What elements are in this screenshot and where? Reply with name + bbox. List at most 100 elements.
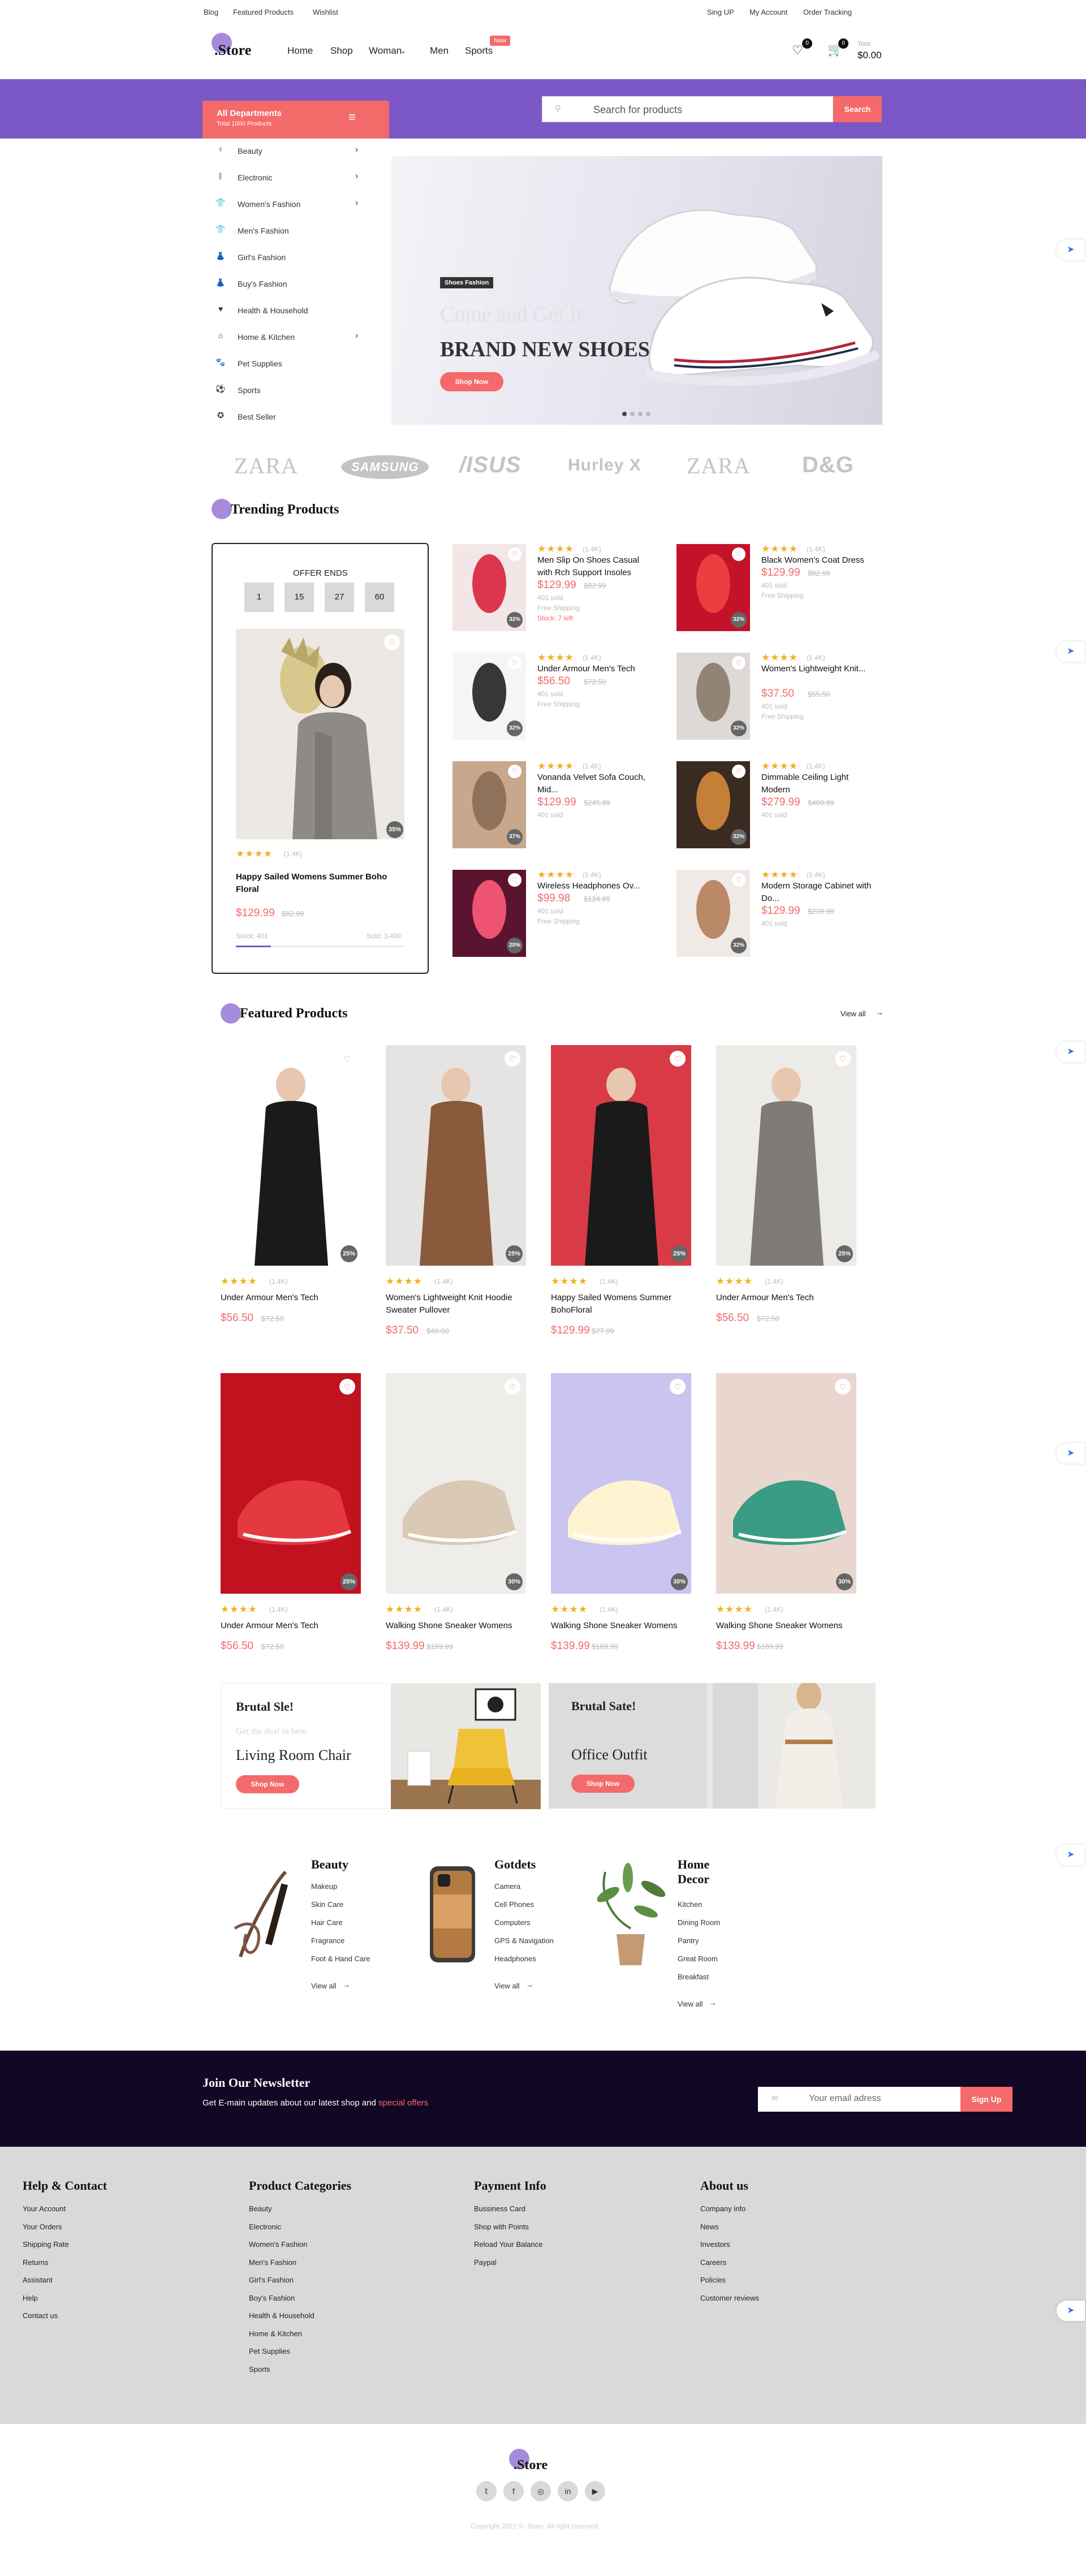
twitter-icon[interactable]: 𝕥: [476, 2481, 497, 2501]
promo-shop-button[interactable]: Shop Now: [236, 1775, 299, 1793]
share-float-icon[interactable]: ➤: [1057, 240, 1085, 260]
brand-logo[interactable]: ZARA: [234, 452, 298, 479]
category-link[interactable]: Foot & Hand Care: [311, 1954, 370, 1963]
footer-link[interactable]: Your Account: [23, 2204, 66, 2213]
featured-product-name[interactable]: Under Armour Men's Tech: [221, 1292, 362, 1304]
brand-logo[interactable]: Hurley X: [568, 456, 641, 475]
trending-product-image[interactable]: ♡ 32%: [676, 761, 750, 848]
trending-product-name[interactable]: Vonanda Velvet Sofa Couch, Mid...: [537, 771, 650, 796]
featured-product-name[interactable]: Happy Sailed Womens Summer BohoFloral: [551, 1292, 692, 1317]
newsletter-email-input[interactable]: ✉ Your email adress: [758, 2087, 960, 2112]
wishlist-heart-icon[interactable]: ♡: [670, 1051, 686, 1067]
featured-product-name[interactable]: Women's Lightweight Knit Hoodie Sweater …: [386, 1292, 527, 1317]
featured-product-name[interactable]: Under Armour Men's Tech: [221, 1620, 362, 1632]
promo-living-room[interactable]: Brutal Sle! Get the deal in here Living …: [221, 1683, 541, 1809]
carousel-dot[interactable]: [646, 412, 650, 416]
share-float-icon[interactable]: ➤: [1057, 2301, 1085, 2321]
featured-product-image[interactable]: ♡ 25%: [386, 1045, 526, 1266]
trending-product-image[interactable]: ♡ 32%: [453, 544, 526, 631]
wishlist-heart-icon[interactable]: ♡: [508, 873, 522, 887]
trending-product-image[interactable]: ♡ 32%: [676, 544, 750, 631]
featured-product-image[interactable]: ♡ 30%: [716, 1373, 856, 1594]
carousel-dot[interactable]: [630, 412, 635, 416]
footer-link[interactable]: Home & Kitchen: [249, 2329, 302, 2338]
category-link[interactable]: Cell Phones: [494, 1900, 534, 1909]
footer-link[interactable]: Electronic: [249, 2223, 281, 2231]
trending-product-name[interactable]: Men Slip On Shoes Casual with Rch Suppor…: [537, 554, 650, 579]
footer-link[interactable]: Bussiness Card: [474, 2204, 525, 2213]
wishlist-heart-icon[interactable]: ♡: [508, 656, 522, 670]
footer-link[interactable]: Customer reviews: [700, 2294, 759, 2302]
footer-link[interactable]: Shop with Points: [474, 2223, 529, 2231]
topbar-link-signup[interactable]: Sing UP: [707, 8, 734, 16]
featured-product-name[interactable]: Under Armour Men's Tech: [716, 1292, 857, 1304]
sidebar-item[interactable]: ✪ Best Seller: [215, 411, 362, 428]
trending-product-name[interactable]: Women's Lightweight Knit...: [761, 663, 874, 675]
footer-link[interactable]: Careers: [700, 2258, 726, 2267]
footer-link[interactable]: Beauty: [249, 2204, 272, 2213]
category-link[interactable]: Headphones: [494, 1954, 536, 1963]
category-title[interactable]: Beauty: [311, 1857, 362, 1872]
footer-link[interactable]: Pet Supplies: [249, 2347, 290, 2355]
sidebar-item[interactable]: 🐾 Pet Supplies: [215, 357, 362, 374]
trending-product-image[interactable]: ♡ 20%: [453, 870, 526, 957]
featured-product-image[interactable]: ♡ 25%: [221, 1373, 361, 1594]
wishlist-heart-icon[interactable]: ♡: [732, 656, 745, 670]
footer-link[interactable]: Reload Your Balance: [474, 2240, 542, 2249]
instagram-icon[interactable]: ◎: [531, 2481, 551, 2501]
footer-link[interactable]: Health & Household: [249, 2311, 314, 2320]
wishlist-heart-icon[interactable]: ♡: [505, 1051, 520, 1067]
share-float-icon[interactable]: ➤: [1057, 641, 1085, 662]
topbar-link-featured[interactable]: Featured Products: [233, 8, 294, 16]
footer-logo[interactable]: .Store: [514, 2458, 548, 2473]
category-title[interactable]: Home Decor: [678, 1857, 729, 1887]
arrow-right-icon[interactable]: →: [709, 1999, 717, 2007]
category-view-all[interactable]: View all: [678, 2000, 703, 2008]
share-float-icon[interactable]: ➤: [1057, 1042, 1085, 1062]
linkedin-icon[interactable]: in: [558, 2481, 578, 2501]
footer-link[interactable]: Your Orders: [23, 2223, 62, 2231]
sidebar-item[interactable]: 👕 Men's Fashion: [215, 225, 362, 241]
topbar-link-account[interactable]: My Account: [749, 8, 787, 16]
featured-product-name[interactable]: Walking Shone Sneaker Womens: [716, 1620, 857, 1632]
sidebar-item[interactable]: ♀ Beauty ›: [215, 145, 362, 162]
nav-home[interactable]: Home: [287, 45, 313, 57]
featured-view-all[interactable]: View all: [841, 1009, 866, 1018]
sidebar-item[interactable]: 👕 Women's Fashion ›: [215, 198, 362, 215]
wishlist-heart-icon[interactable]: ♡: [732, 765, 745, 778]
sidebar-item[interactable]: ᛒ Electronic ›: [215, 171, 362, 188]
nav-woman[interactable]: Woman: [369, 45, 402, 57]
category-title[interactable]: Gotdets: [494, 1857, 545, 1872]
search-input[interactable]: ⚲ Search for products: [542, 96, 833, 122]
wishlist-heart-icon[interactable]: ♡: [505, 1379, 520, 1395]
wishlist-heart-icon[interactable]: ♡: [835, 1379, 851, 1395]
brand-logo[interactable]: ZARA: [687, 452, 751, 479]
wishlist-heart-icon[interactable]: ♡: [732, 873, 745, 887]
featured-product-image[interactable]: ♡ 30%: [551, 1373, 691, 1594]
footer-link[interactable]: Boy's Fashion: [249, 2294, 295, 2302]
promo-office-outfit[interactable]: Brutal Sate! Office Outfit Shop Now: [549, 1683, 876, 1809]
topbar-link-tracking[interactable]: Order Tracking: [803, 8, 852, 16]
trending-product-image[interactable]: ♡ 32%: [676, 870, 750, 957]
carousel-dot-active[interactable]: [622, 412, 627, 416]
footer-link[interactable]: Contact us: [23, 2311, 58, 2320]
category-link[interactable]: Great Room: [678, 1954, 718, 1963]
category-link[interactable]: Makeup: [311, 1882, 337, 1891]
wishlist-heart-icon[interactable]: ♡: [508, 765, 522, 778]
youtube-icon[interactable]: ▶: [585, 2481, 605, 2501]
featured-product-image[interactable]: ♡ 30%: [386, 1373, 526, 1594]
arrow-right-icon[interactable]: →: [526, 1980, 533, 1989]
wishlist-heart-icon[interactable]: ♡: [508, 547, 522, 561]
newsletter-signup-button[interactable]: Sign Up: [960, 2087, 1012, 2112]
category-link[interactable]: Kitchen: [678, 1900, 702, 1909]
featured-product-image[interactable]: ♡ 25%: [221, 1045, 361, 1266]
footer-link[interactable]: Girl's Fashion: [249, 2276, 294, 2284]
footer-link[interactable]: Returns: [23, 2258, 49, 2267]
featured-product-image[interactable]: ♡ 25%: [716, 1045, 856, 1266]
nav-men[interactable]: Men: [430, 45, 449, 57]
trending-product-name[interactable]: Under Armour Men's Tech: [537, 663, 650, 675]
category-link[interactable]: Skin Care: [311, 1900, 343, 1909]
category-link[interactable]: Pantry: [678, 1936, 699, 1945]
wishlist-heart-icon[interactable]: ♡: [835, 1051, 851, 1067]
featured-product-image[interactable]: ♡ 25%: [551, 1045, 691, 1266]
